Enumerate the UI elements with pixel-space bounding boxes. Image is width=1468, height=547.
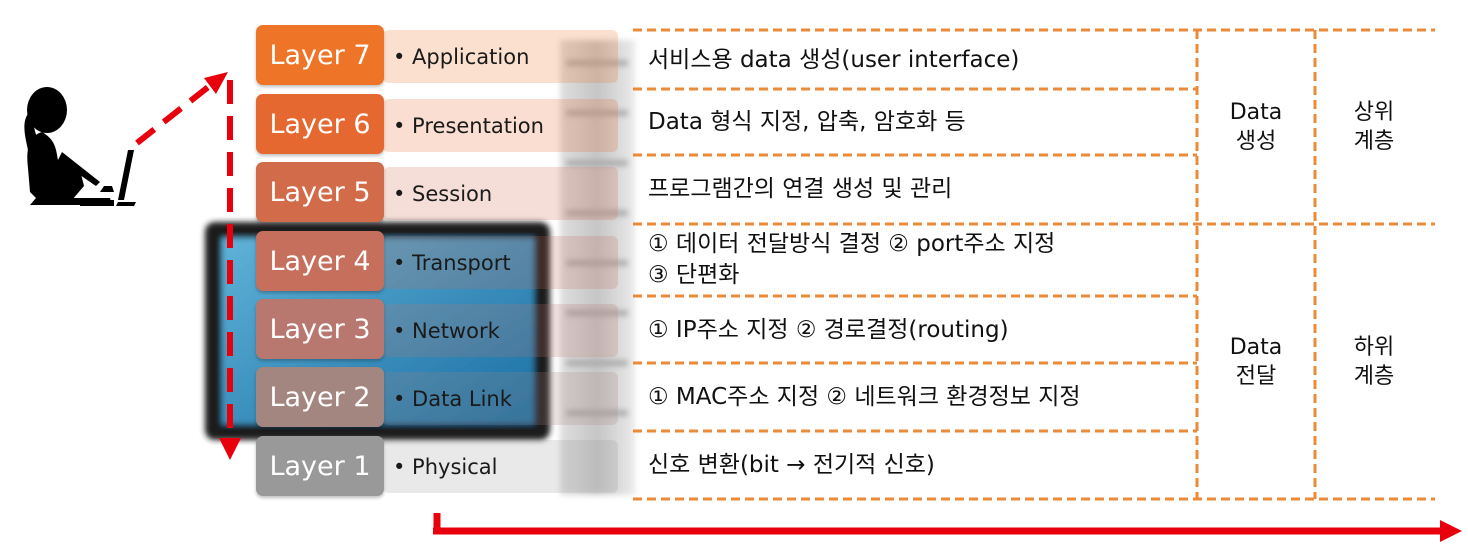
layer-5-badge: Layer 5 — [256, 162, 384, 222]
lower-level-label-line-1: 하위 — [1353, 335, 1395, 360]
lower-data-label-line-2: 전달 — [1235, 364, 1277, 389]
layer-4-badge: Layer 4 — [256, 231, 384, 291]
layer-7-protocol: • Application — [383, 30, 618, 83]
layer-1-description: 신호 변환(bit → 전기적 신호) — [648, 452, 935, 478]
layer-3-badge: Layer 3 — [256, 299, 384, 359]
layer-6-badge: Layer 6 — [256, 94, 384, 154]
layer-3-protocol: • Network — [383, 304, 618, 357]
lower-level-label: 하위 계층 — [1324, 333, 1424, 391]
layer-7-badge: Layer 7 — [256, 25, 384, 85]
layer-4-description-line-2: ③ 단편화 — [648, 262, 740, 288]
layer-2-description: ① MAC주소 지정 ② 네트워크 환경정보 지정 — [648, 384, 1081, 410]
upper-data-label-line-1: Data — [1229, 100, 1283, 125]
layer-3-description: ① IP주소 지정 ② 경로결정(routing) — [648, 317, 1009, 343]
layer-4-description-line-1: ① 데이터 전달방식 결정 ② port주소 지정 — [648, 231, 1056, 257]
upper-level-label-line-1: 상위 — [1353, 100, 1395, 125]
lower-data-label-line-1: Data — [1229, 335, 1283, 360]
layer-5-description: 프로그램간의 연결 생성 및 관리 — [648, 176, 953, 202]
layer-2-protocol: • Data Link — [383, 372, 618, 425]
layer-1-badge: Layer 1 — [256, 436, 384, 496]
upper-level-label: 상위 계층 — [1324, 98, 1424, 156]
layer-6-description: Data 형식 지정, 압축, 암호화 등 — [648, 109, 966, 135]
upper-data-label: Data 생성 — [1206, 98, 1306, 156]
upper-data-label-line-2: 생성 — [1235, 129, 1277, 154]
layer-7-description: 서비스용 data 생성(user interface) — [648, 47, 1020, 73]
lower-data-label: Data 전달 — [1206, 333, 1306, 391]
layer-1-protocol: • Physical — [383, 440, 618, 493]
layer-6-protocol: • Presentation — [383, 99, 618, 152]
layer-2-badge: Layer 2 — [256, 367, 384, 427]
upper-level-label-line-2: 계층 — [1353, 129, 1395, 154]
lower-level-label-line-2: 계층 — [1353, 364, 1395, 389]
layer-5-protocol: • Session — [383, 167, 618, 220]
layer-4-protocol: • Transport — [383, 236, 618, 289]
